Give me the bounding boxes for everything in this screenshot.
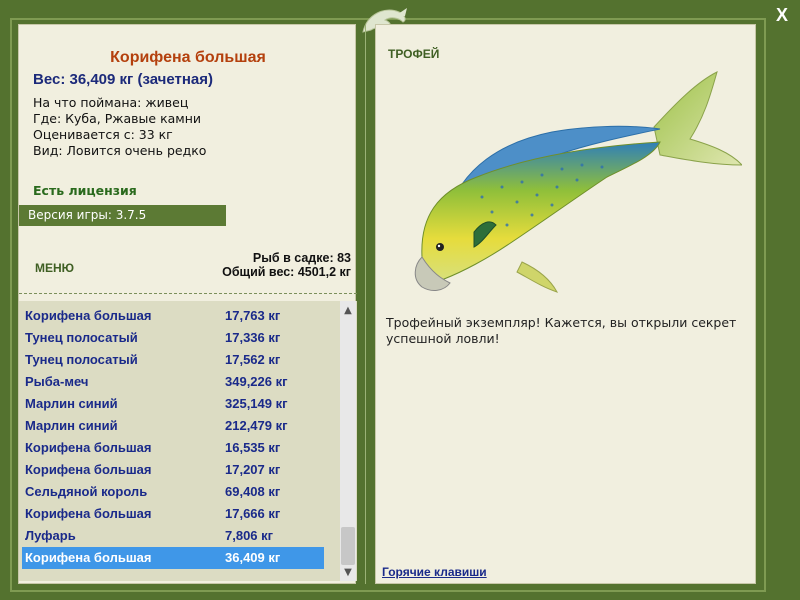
list-item-weight: 16,535 кг: [225, 440, 281, 455]
fish-details-panel: Корифена большая Вес: 36,409 кг (зачетна…: [18, 24, 357, 584]
list-item[interactable]: Тунец полосатый 17,562 кг: [22, 349, 324, 371]
list-item[interactable]: Тунец полосатый 17,336 кг: [22, 327, 324, 349]
list-item-weight: 17,666 кг: [225, 506, 281, 521]
catch-stats: Рыб в садке: 83 Общий вес: 4501,2 кг: [222, 251, 351, 279]
list-item-weight: 17,763 кг: [225, 308, 281, 323]
list-item-weight: 17,207 кг: [225, 462, 281, 477]
list-item-name: Корифена большая: [25, 506, 152, 521]
list-item-weight: 69,408 кг: [225, 484, 281, 499]
trophy-panel: ТРОФЕЙ Трофейный экземпляр! Кажется, вы …: [375, 24, 756, 584]
list-item-weight: 17,562 кг: [225, 352, 281, 367]
list-item-weight: 325,149 кг: [225, 396, 288, 411]
fish-weight: Вес: 36,409 кг (зачетная): [33, 71, 214, 88]
fish-count: Рыб в садке: 83: [252, 251, 351, 265]
list-scrollbar[interactable]: ▲ ▼: [340, 301, 356, 581]
list-item[interactable]: Корифена большая 17,207 кг: [22, 459, 324, 481]
info-rarity: Вид: Ловится очень редко: [33, 143, 207, 158]
list-item[interactable]: Корифена большая 36,409 кг: [22, 547, 324, 569]
fish-title: Корифена большая: [110, 49, 266, 66]
scroll-down-icon[interactable]: ▼: [340, 565, 356, 581]
total-weight: Общий вес: 4501,2 кг: [222, 265, 351, 279]
list-item-name: Сельдяной король: [25, 484, 148, 499]
trophy-message: Трофейный экземпляр! Кажется, вы открыли…: [386, 315, 737, 346]
list-item-name: Тунец полосатый: [25, 330, 138, 345]
catch-list[interactable]: Корифена большая 17,763 кг Тунец полосатый…: [19, 301, 357, 581]
hotkeys-link[interactable]: Горячие клавиши: [382, 565, 487, 579]
scroll-up-icon[interactable]: ▲: [340, 303, 356, 319]
list-item-name: Марлин синий: [25, 418, 118, 433]
scroll-thumb[interactable]: [341, 527, 355, 565]
dorado-fish-image: [414, 71, 742, 293]
list-item-name: Корифена большая: [25, 550, 152, 565]
list-item[interactable]: Марлин синий 325,149 кг: [22, 393, 324, 415]
list-item[interactable]: Корифена большая 16,535 кг: [22, 437, 324, 459]
info-rating: Оценивается с: 33 кг: [33, 127, 173, 142]
list-item-name: Рыба-меч: [25, 374, 89, 389]
list-item[interactable]: Луфарь 7,806 кг: [22, 525, 324, 547]
window-frame: X Корифена большая Вес: 36,409 кг (зачет…: [0, 0, 800, 600]
list-item-weight: 349,226 кг: [225, 374, 288, 389]
menu-button[interactable]: МЕНЮ: [35, 261, 74, 275]
list-item-name: Корифена большая: [25, 462, 152, 477]
fish-info: На что поймана: живец Где: Куба, Ржавые …: [33, 95, 206, 159]
panel-divider: [365, 24, 366, 584]
list-item-weight: 36,409 кг: [225, 550, 281, 565]
version-bar: Версия игры: 3.7.5: [19, 205, 226, 226]
list-item[interactable]: Корифена большая 17,763 кг: [22, 305, 324, 327]
list-item-name: Тунец полосатый: [25, 352, 138, 367]
license-status: Есть лицензия: [33, 183, 137, 198]
list-item-weight: 17,336 кг: [225, 330, 281, 345]
list-item-name: Луфарь: [25, 528, 76, 543]
list-item[interactable]: Сельдяной король 69,408 кг: [22, 481, 324, 503]
list-item-weight: 212,479 кг: [225, 418, 288, 433]
divider: [19, 293, 357, 294]
close-button[interactable]: X: [773, 6, 791, 24]
info-location: Где: Куба, Ржавые камни: [33, 111, 202, 126]
info-bait: На что поймана: живец: [33, 95, 189, 110]
list-item-name: Марлин синий: [25, 396, 118, 411]
list-item[interactable]: Рыба-меч 349,226 кг: [22, 371, 324, 393]
list-item-name: Корифена большая: [25, 308, 152, 323]
list-item-name: Корифена большая: [25, 440, 152, 455]
list-item-weight: 7,806 кг: [225, 528, 274, 543]
list-item[interactable]: Корифена большая 17,666 кг: [22, 503, 324, 525]
list-item[interactable]: Марлин синий 212,479 кг: [22, 415, 324, 437]
